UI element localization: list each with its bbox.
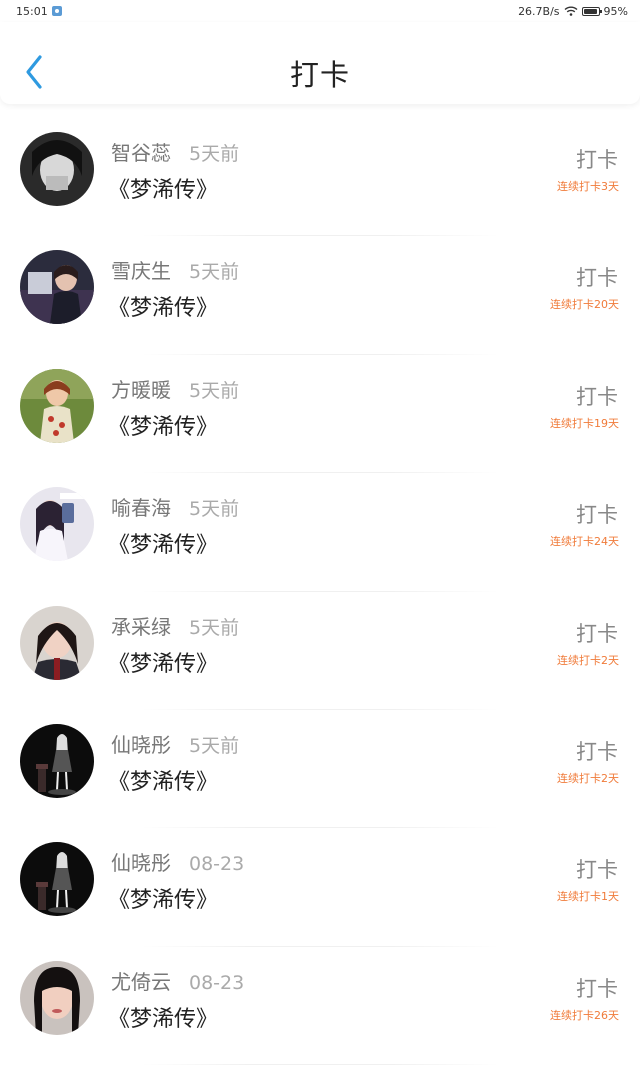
streak-label: 连续打卡26天 — [550, 1008, 619, 1022]
battery-level: 95% — [603, 4, 628, 18]
username[interactable]: 仙晓彤 — [111, 847, 171, 876]
book-title[interactable]: 《梦浠传》 — [108, 1001, 218, 1033]
avatar[interactable] — [20, 960, 94, 1035]
status-bar: 15:01 26.7B/s 95% — [0, 0, 640, 22]
book-title[interactable]: 《梦浠传》 — [108, 409, 218, 441]
checkin-button[interactable]: 打卡 — [576, 854, 618, 884]
list-item: 仙晓彤 5天前 《梦浠传》 打卡 连续打卡2天 — [0, 710, 640, 829]
app-notification-icon — [51, 6, 62, 16]
list-item: 雪庆生 5天前 《梦浠传》 打卡 连续打卡20天 — [0, 236, 640, 355]
net-speed: 26.7B/s — [518, 4, 560, 18]
user-line: 智谷蕊 5天前 — [111, 137, 239, 166]
post-time: 5天前 — [189, 143, 240, 165]
user-line: 尤倚云 08-23 — [111, 966, 244, 995]
avatar[interactable] — [20, 723, 94, 798]
checkin-button[interactable]: 打卡 — [576, 736, 618, 766]
book-title[interactable]: 《梦浠传》 — [108, 527, 218, 559]
streak-label: 连续打卡2天 — [557, 653, 619, 667]
avatar[interactable] — [20, 842, 94, 917]
post-time: 08-23 — [189, 971, 245, 994]
avatar[interactable] — [20, 132, 94, 206]
page-title: 打卡 — [289, 58, 350, 92]
list-item: 承采绿 5天前 《梦浠传》 打卡 连续打卡2天 — [0, 592, 640, 710]
avatar[interactable] — [20, 368, 94, 443]
post-time: 5天前 — [189, 498, 240, 521]
book-title[interactable]: 《梦浠传》 — [108, 290, 218, 322]
username[interactable]: 仙晓彤 — [111, 729, 171, 758]
wifi-icon — [564, 6, 578, 16]
post-time: 08-23 — [189, 853, 245, 876]
username[interactable]: 尤倚云 — [111, 966, 171, 995]
streak-label: 连续打卡3天 — [557, 180, 619, 193]
username[interactable]: 承采绿 — [111, 611, 171, 640]
checkin-list: 智谷蕊 5天前 《梦浠传》 打卡 连续打卡3天 雪庆生 5天前 《梦浠传》 打卡… — [0, 118, 640, 1066]
username[interactable]: 喻春海 — [111, 492, 171, 521]
streak-label: 连续打卡24天 — [550, 535, 619, 549]
list-item: 仙晓彤 08-23 《梦浠传》 打卡 连续打卡1天 — [0, 828, 640, 947]
checkin-button[interactable]: 打卡 — [576, 499, 618, 529]
user-line: 仙晓彤 5天前 — [111, 729, 239, 758]
streak-label: 连续打卡2天 — [557, 771, 619, 785]
checkin-button[interactable]: 打卡 — [576, 973, 618, 1003]
battery-icon — [581, 6, 602, 16]
post-time: 5天前 — [189, 261, 240, 284]
user-line: 喻春海 5天前 — [111, 492, 239, 521]
streak-label: 连续打卡19天 — [550, 416, 619, 430]
user-line: 仙晓彤 08-23 — [111, 847, 244, 876]
username[interactable]: 雪庆生 — [111, 255, 171, 284]
status-bar-left: 15:01 — [16, 5, 62, 18]
list-item: 方暖暖 5天前 《梦浠传》 打卡 连续打卡19天 — [0, 355, 640, 474]
user-line: 承采绿 5天前 — [111, 611, 239, 640]
list-item: 尤倚云 08-23 《梦浠传》 打卡 连续打卡26天 — [0, 947, 640, 1066]
username[interactable]: 智谷蕊 — [111, 137, 171, 166]
book-title[interactable]: 《梦浠传》 — [108, 764, 218, 796]
header-bar: 打卡 — [0, 22, 640, 104]
checkin-button[interactable]: 打卡 — [576, 381, 618, 411]
streak-label: 连续打卡1天 — [557, 890, 619, 904]
post-time: 5天前 — [189, 734, 240, 757]
list-item: 智谷蕊 5天前 《梦浠传》 打卡 连续打卡3天 — [0, 118, 640, 237]
status-time: 15:01 — [16, 4, 48, 18]
avatar[interactable] — [20, 487, 94, 562]
book-title[interactable]: 《梦浠传》 — [108, 882, 218, 914]
book-title[interactable]: 《梦浠传》 — [108, 646, 218, 678]
book-title[interactable]: 《梦浠传》 — [108, 172, 218, 204]
checkin-button[interactable]: 打卡 — [576, 262, 618, 292]
avatar[interactable] — [20, 605, 94, 680]
avatar[interactable] — [20, 250, 94, 325]
checkin-button[interactable]: 打卡 — [576, 144, 618, 174]
checkin-button[interactable]: 打卡 — [576, 618, 618, 648]
list-item: 喻春海 5天前 《梦浠传》 打卡 连续打卡24天 — [0, 473, 640, 592]
username[interactable]: 方暖暖 — [111, 374, 171, 403]
divider — [140, 1064, 500, 1066]
post-time: 5天前 — [189, 379, 240, 402]
user-line: 方暖暖 5天前 — [111, 374, 239, 403]
streak-label: 连续打卡20天 — [550, 298, 619, 312]
user-line: 雪庆生 5天前 — [111, 255, 239, 284]
post-time: 5天前 — [189, 616, 240, 639]
status-bar-right: 26.7B/s 95% — [518, 5, 628, 18]
